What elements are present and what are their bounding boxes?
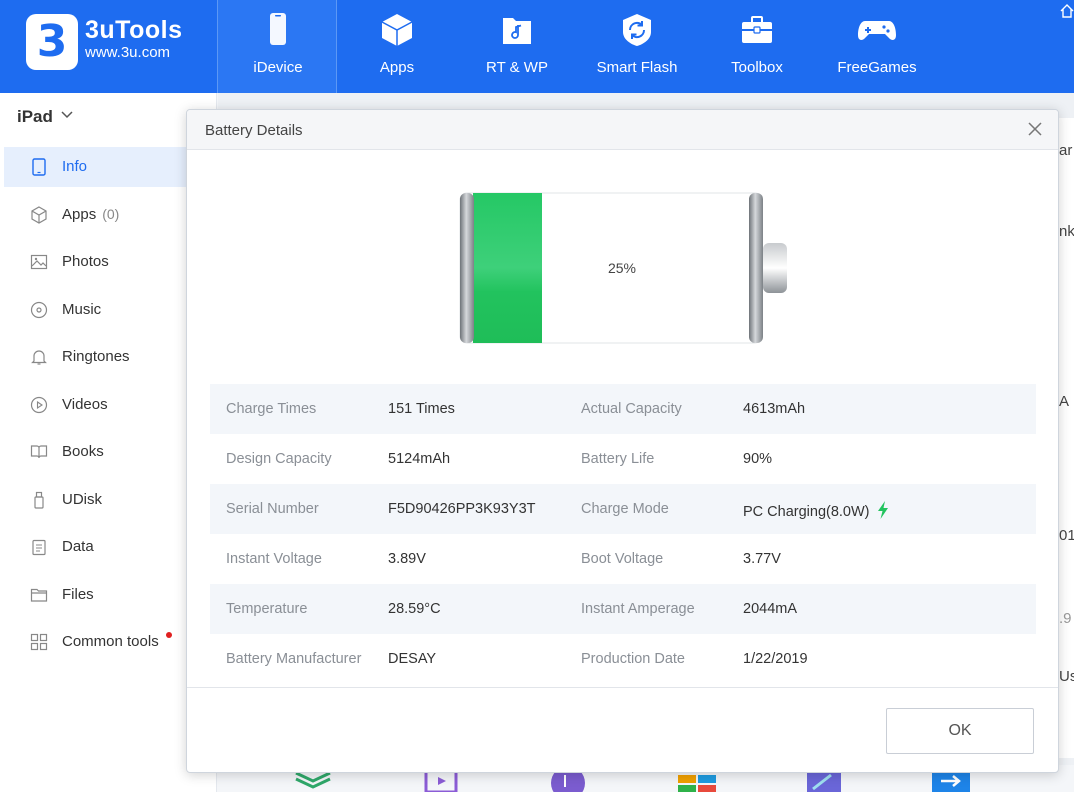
nav-label: Apps [379,59,415,76]
sidebar-item-label: Books [62,443,104,460]
nav-tab-smart-flash[interactable]: Smart Flash [577,0,697,93]
nav-label: Toolbox [731,59,783,76]
field-label: Battery Manufacturer [226,651,362,667]
lightning-icon [877,501,888,519]
chevron-down-icon[interactable] [61,111,73,119]
close-icon[interactable] [1027,121,1043,137]
music-folder-icon [503,18,531,44]
table-row: Serial Number F5D90426PP3K93Y3T Charge M… [210,484,1036,534]
table-row: Temperature 28.59°C Instant Amperage 204… [210,584,1036,634]
field-label: Boot Voltage [581,551,664,567]
bg-text-fragment: nk. [1059,223,1074,240]
disc-icon [30,301,48,319]
sidebar-item-label: UDisk [62,491,102,508]
sidebar-item-label: Files [62,586,94,603]
battery-fill-level [473,193,542,343]
nav-label: iDevice [253,59,303,76]
nav-label: RT & WP [486,59,548,76]
field-label: Production Date [581,651,685,667]
app-logo[interactable]: 3 [26,14,78,70]
sidebar-item-label: Info [62,158,88,175]
field-value: 1/22/2019 [743,651,808,667]
book-icon [30,445,48,459]
nav-tab-idevice[interactable]: iDevice [217,0,337,93]
sidebar-item-label: Music [62,301,102,318]
dialog-header: Battery Details [187,110,1058,150]
field-label: Charge Mode [581,501,669,517]
field-label: Actual Capacity [581,401,682,417]
charge-mode-cell: PC Charging(8.0W) [743,501,889,520]
bg-text-fragment: .9 [1059,610,1072,627]
table-row: Instant Voltage 3.89V Boot Voltage 3.77V [210,534,1036,584]
dialog-title: Battery Details [205,122,303,139]
nav-tab-freegames[interactable]: FreeGames [817,0,937,93]
table-row: Design Capacity 5124mAh Battery Life 90% [210,434,1036,484]
brand-name: 3uTools [85,16,183,44]
device-selector[interactable]: iPad [17,107,53,127]
refresh-shield-icon [623,14,651,46]
sidebar: iPad Info Apps (0) Photos Music Ringtones… [0,93,217,792]
sidebar-item-label: Common tools [62,633,159,650]
brand-url: www.3u.com [85,44,171,61]
cube-icon [31,206,47,224]
dialog-footer-divider [187,687,1058,688]
field-value: 3.77V [743,551,781,567]
battery-details-dialog: Battery Details 25% Charge Times 151 Tim… [186,109,1059,773]
app-count: (0) [102,206,120,222]
nav-label: FreeGames [837,59,917,76]
folder-icon [30,588,48,602]
box-icon [381,14,413,46]
device-info-panel [1058,118,1074,758]
nav-tab-apps[interactable]: Apps [337,0,457,93]
home-icon[interactable] [1060,4,1074,18]
field-value: DESAY [388,651,437,667]
clipboard-icon [32,539,46,556]
nav-label: Smart Flash [596,59,678,76]
grid-icon [30,633,48,651]
phone-icon [270,13,286,45]
field-label: Battery Life [581,451,655,467]
field-label: Serial Number [226,501,319,517]
sidebar-item-label: Photos [62,253,109,270]
ok-button[interactable]: OK [886,708,1034,754]
bg-text-fragment: A [1059,393,1070,410]
top-bar: 3 3uTools www.3u.com iDevice Apps RT & W… [0,0,1074,93]
sidebar-item-label: Apps [62,206,97,223]
bg-text-fragment: ar [1059,142,1073,159]
image-icon [30,254,48,270]
field-label: Design Capacity [226,451,332,467]
nav-tab-rt-wp[interactable]: RT & WP [457,0,577,93]
field-value: 90% [743,451,773,467]
play-icon [30,396,48,414]
field-value: 3.89V [388,551,426,567]
notification-dot [166,632,172,638]
field-label: Charge Times [226,401,317,417]
field-value: 2044mA [743,601,798,617]
sidebar-item-label: Ringtones [62,348,130,365]
gamepad-icon [858,21,896,40]
field-value: 151 Times [388,401,455,417]
battery-info-table: Charge Times 151 Times Actual Capacity 4… [210,384,1036,684]
field-value: 4613mAh [743,401,806,417]
field-value: F5D90426PP3K93Y3T [388,501,536,517]
nav-tab-toolbox[interactable]: Toolbox [697,0,817,93]
usb-icon [34,491,44,509]
bg-text-fragment: Us [1059,668,1074,685]
field-value: 5124mAh [388,451,451,467]
battery-percent: 25% [607,260,637,276]
field-value: PC Charging(8.0W) [743,504,870,520]
table-row: Charge Times 151 Times Actual Capacity 4… [210,384,1036,434]
sidebar-item-label: Videos [62,396,108,413]
field-label: Instant Amperage [581,601,695,617]
logo-glyph: 3 [36,16,68,67]
table-row: Battery Manufacturer DESAY Production Da… [210,634,1036,684]
sidebar-item-label: Data [62,538,94,555]
field-label: Temperature [226,601,308,617]
bell-icon [31,350,47,365]
bg-text-fragment: 015 [1059,527,1074,544]
toolbox-icon [742,16,772,43]
field-label: Instant Voltage [226,551,322,567]
tablet-icon [32,158,46,176]
field-value: 28.59°C [388,601,441,617]
